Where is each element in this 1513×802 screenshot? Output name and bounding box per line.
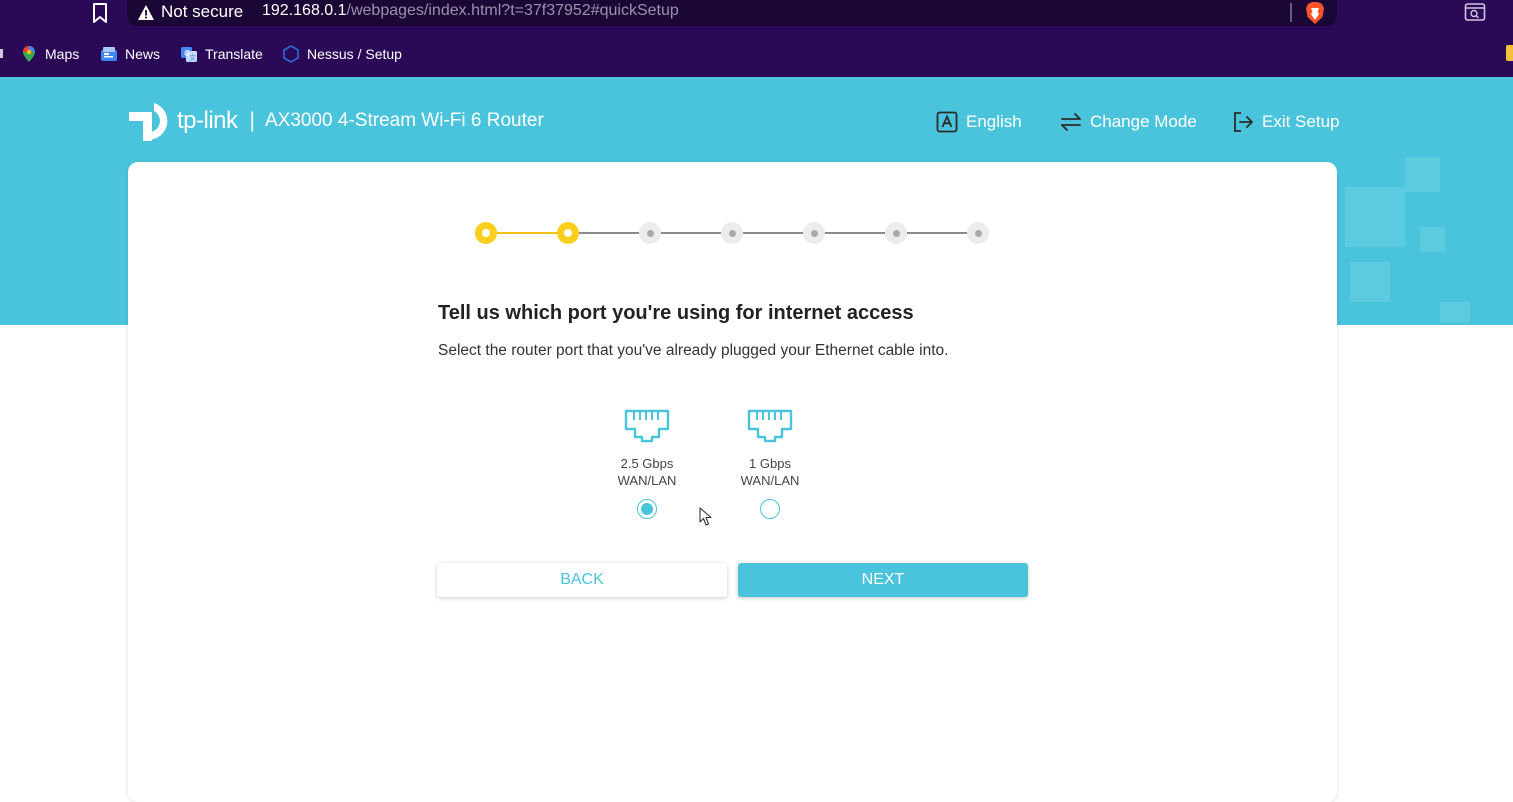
port-option-2-5g[interactable]: 2.5 Gbps WAN/LAN [597,407,697,519]
exit-setup-button[interactable]: Exit Setup [1232,108,1340,136]
security-indicator[interactable]: Not secure [137,0,243,24]
exit-setup-label: Exit Setup [1262,112,1340,131]
mouse-cursor-icon [699,507,712,526]
port-label: 2.5 Gbps WAN/LAN [618,455,677,489]
port-radio-2-5g[interactable] [637,499,657,519]
bookmark-label: Maps [45,46,80,62]
tp-link-logo-icon [129,103,168,141]
change-mode-button[interactable]: Change Mode [1060,108,1197,136]
language-selector[interactable]: English [936,108,1022,136]
bookmark-translate[interactable]: G文 Translate [180,42,263,66]
exit-icon [1234,112,1253,132]
brand-logo: tp-link | AX3000 4-Stream Wi-Fi 6 Router [127,99,544,143]
maps-pin-icon [23,46,35,62]
port-option-1g[interactable]: 1 Gbps WAN/LAN [720,407,820,519]
banner-pattern [1440,302,1470,322]
url-host: 192.168.0.1 [262,2,347,19]
port-speed: 2.5 Gbps [620,456,674,471]
omnibox-separator [1290,3,1292,22]
bookmark-nessus[interactable]: Nessus / Setup [282,42,402,66]
bookmark-icon[interactable] [88,2,112,24]
bookmark-news[interactable]: News [100,42,160,66]
port-type: WAN/LAN [617,473,677,488]
port-radio-1g[interactable] [760,499,780,519]
url-text[interactable]: 192.168.0.1/webpages/index.html?t=37f379… [262,2,679,24]
language-label: English [966,112,1022,131]
svg-text:文: 文 [189,53,196,62]
nessus-hexagon-icon [283,45,299,63]
bookmark-overflow-left [0,49,3,58]
next-button[interactable]: NEXT [738,563,1028,597]
news-icon [101,47,117,61]
port-label: 1 Gbps WAN/LAN [741,455,800,489]
bookmark-label: Translate [205,46,263,62]
back-button[interactable]: BACK [437,563,727,597]
logo-divider: | [249,109,255,132]
translate-icon: G文 [181,47,197,62]
swap-arrows-icon [1061,113,1081,131]
change-mode-label: Change Mode [1090,112,1197,131]
port-speed: 1 Gbps [749,456,791,471]
url-path: /webpages/index.html?t=37f37952#quickSet… [346,2,679,19]
ethernet-port-icon [747,409,793,443]
brave-shields-icon[interactable] [1303,1,1327,25]
warning-icon [138,4,154,20]
banner-pattern [1350,262,1390,302]
bookmark-maps[interactable]: Maps [20,42,79,66]
logo-text: tp-link [177,107,238,134]
product-name: AX3000 4-Stream Wi-Fi 6 Router [265,110,544,131]
page-description: Select the router port that you've alrea… [438,342,949,359]
banner-pattern [1405,157,1440,192]
bookmark-label: Nessus / Setup [307,46,402,62]
language-icon [936,111,958,133]
port-type: WAN/LAN [740,473,800,488]
sidebar-toggle-icon[interactable] [1464,2,1488,24]
ethernet-port-icon [624,409,670,443]
security-label: Not secure [161,2,244,21]
banner-pattern [1345,187,1405,247]
bookmark-overflow-right [1506,45,1513,61]
bookmark-label: News [125,46,161,62]
page-title: Tell us which port you're using for inte… [438,302,914,324]
banner-pattern [1420,227,1445,252]
